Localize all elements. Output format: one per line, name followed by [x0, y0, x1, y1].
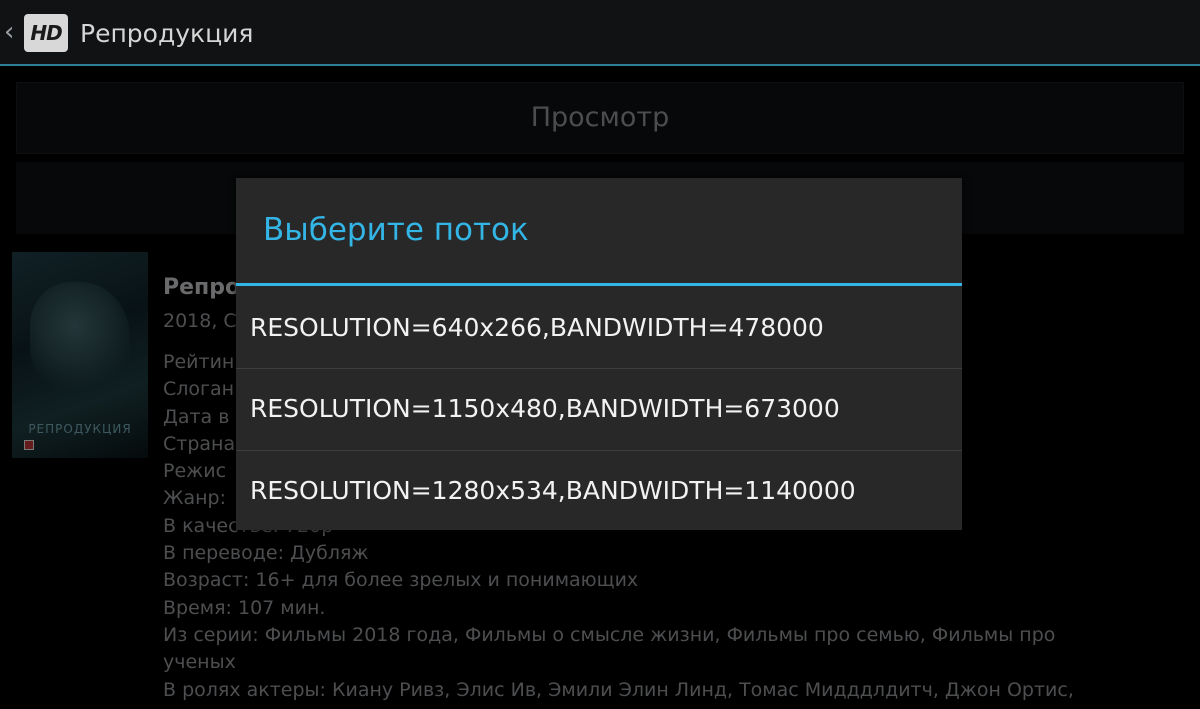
dialog-title-divider	[236, 283, 962, 286]
back-icon[interactable]: ‹	[4, 19, 14, 45]
action-bar: ‹ HD Репродукция	[0, 0, 1200, 66]
stream-option[interactable]: RESOLUTION=640x266,BANDWIDTH=478000	[236, 288, 962, 368]
stream-option-label: RESOLUTION=1150x480,BANDWIDTH=673000	[250, 394, 840, 423]
stream-option[interactable]: RESOLUTION=1280x534,BANDWIDTH=1140000	[236, 451, 962, 531]
stream-option-label: RESOLUTION=640x266,BANDWIDTH=478000	[250, 313, 824, 342]
screen-title: Репродукция	[80, 19, 254, 48]
app-logo[interactable]: HD	[24, 14, 68, 52]
select-stream-dialog: Выберите поток RESOLUTION=640x266,BANDWI…	[236, 178, 962, 530]
stream-option-label: RESOLUTION=1280x534,BANDWIDTH=1140000	[250, 476, 856, 505]
dialog-title: Выберите поток	[263, 212, 529, 248]
stream-option[interactable]: RESOLUTION=1150x480,BANDWIDTH=673000	[236, 369, 962, 449]
